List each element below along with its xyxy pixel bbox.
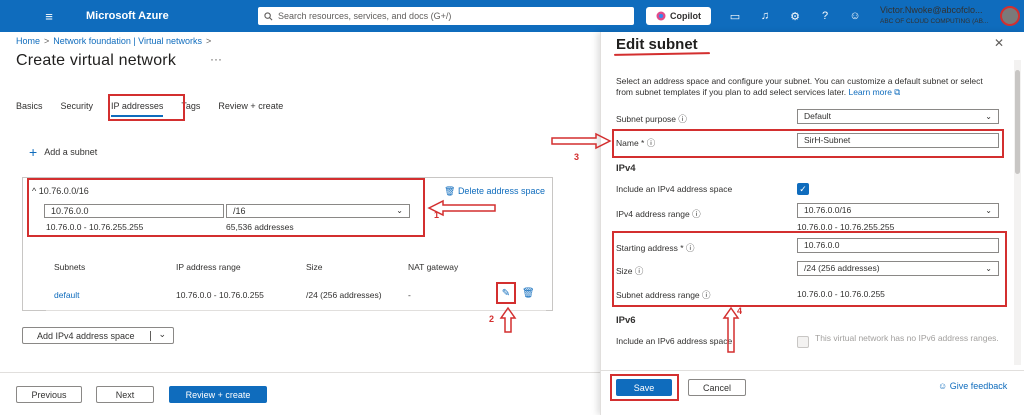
ipv4-range-label: IPv4 address range ⓘ [616,209,701,219]
ipv6-heading: IPv6 [616,315,636,326]
subnet-link-default[interactable]: default [54,290,80,300]
breadcrumb-home[interactable]: Home [16,36,40,46]
annotation-number-3: 3 [574,152,580,162]
chevron-down-icon: ⌄ [985,206,992,215]
brand-title[interactable]: Microsoft Azure [86,10,169,22]
cancel-button[interactable]: Cancel [688,379,746,396]
divider [0,372,600,373]
review-create-button[interactable]: Review + create [169,386,267,403]
copilot-button[interactable]: Copilot [646,7,711,25]
divider [600,370,1024,371]
learn-more-link[interactable]: Learn more ⧉ [848,87,900,97]
col-header-nat: NAT gateway [408,262,459,272]
avatar[interactable] [1000,6,1020,26]
annotation-box-save [610,374,679,401]
subnet-size-cell: /24 (256 addresses) [306,290,382,300]
include-ipv4-label: Include an IPv4 address space [616,184,733,194]
delete-address-space-button[interactable]: 🗑 Delete address space [444,186,545,197]
breadcrumb-virtual-networks[interactable]: Network foundation | Virtual networks [53,36,202,46]
ipv4-heading: IPv4 [616,163,636,174]
tab-review-create[interactable]: Review + create [218,101,283,117]
search-input[interactable]: Search resources, services, and docs (G+… [258,7,634,25]
close-icon[interactable]: ✕ [994,36,1004,50]
info-icon[interactable]: ⓘ [678,114,687,124]
trash-icon: 🗑 [444,186,458,196]
subnet-purpose-label: Subnet purpose ⓘ [616,114,687,124]
annotation-box-range [612,231,1007,307]
copilot-icon [656,11,666,21]
search-icon [264,11,273,20]
chevron-down-icon: ⌄ [985,112,992,121]
menu-icon[interactable]: ≡ [34,9,64,24]
feedback-icon: ☺ [938,381,950,391]
more-options-icon[interactable]: ··· [210,52,222,66]
breadcrumb: Home > Network foundation | Virtual networ… [16,36,212,46]
scrollbar-thumb[interactable] [1015,70,1020,174]
subnet-nat-cell: - [408,290,411,300]
feedback-icon[interactable]: ☺ [847,8,863,24]
plus-icon: + [29,144,38,160]
pencil-icon: ✎ [501,287,511,299]
include-ipv4-checkbox[interactable]: ✓ [797,183,809,195]
add-ipv4-address-space-button[interactable]: Add IPv4 address space ⌄ [22,327,174,344]
account-menu[interactable]: Victor.Nwoke@abcofclo... ABC OF CLOUD CO… [880,5,988,27]
delete-subnet-icon[interactable]: 🗑 [522,288,535,299]
ipv6-disabled-text: This virtual network has no IPv6 address… [815,333,999,343]
subnet-purpose-select[interactable]: Default ⌄ [797,109,999,124]
edit-subnet-button[interactable]: ✎ [496,282,516,304]
cloud-shell-icon[interactable]: ▭ [727,8,743,24]
subnet-range-cell: 10.76.0.0 - 10.76.0.255 [176,290,264,300]
divider [150,331,151,341]
add-subnet-button[interactable]: + Add a subnet [29,144,97,160]
annotation-arrow-2 [499,306,517,333]
col-header-subnets: Subnets [54,262,86,272]
help-icon[interactable]: ? [817,8,833,24]
annotation-number-1: 1 [434,210,440,220]
include-ipv6-checkbox[interactable] [797,336,809,348]
annotation-box-name [612,129,1004,158]
annotation-number-2: 2 [489,314,495,324]
col-header-ip-range: IP address range [176,262,241,272]
give-feedback-link[interactable]: ☺ Give feedback [938,381,1007,391]
include-ipv6-label: Include an IPv6 address space [616,336,733,346]
user-directory: ABC OF CLOUD COMPUTING (AB... [880,18,989,25]
panel-description: Select an address space and configure yo… [616,76,983,97]
info-icon[interactable]: ⓘ [692,209,701,219]
search-placeholder: Search resources, services, and docs (G+… [278,11,452,21]
tab-basics[interactable]: Basics [16,101,43,117]
annotation-arrow-3 [551,132,612,150]
page-title: Create virtual network [16,52,177,69]
next-button[interactable]: Next [96,386,154,403]
panel-title: Edit subnet [616,36,698,53]
divider [46,310,546,311]
tab-security[interactable]: Security [61,101,94,117]
previous-button[interactable]: Previous [16,386,82,403]
settings-gear-icon[interactable]: ⚙ [787,8,803,24]
chevron-down-icon: ⌄ [158,329,166,339]
annotation-number-4: 4 [737,306,743,316]
col-header-size: Size [306,262,323,272]
ipv4-range-select[interactable]: 10.76.0.0/16 ⌄ [797,203,999,218]
notifications-icon[interactable]: ♫ [757,8,773,24]
annotation-box-address-space [27,178,425,237]
annotation-box-tab [108,94,185,121]
user-name: Victor.Nwoke@abcofclo... [880,5,983,15]
